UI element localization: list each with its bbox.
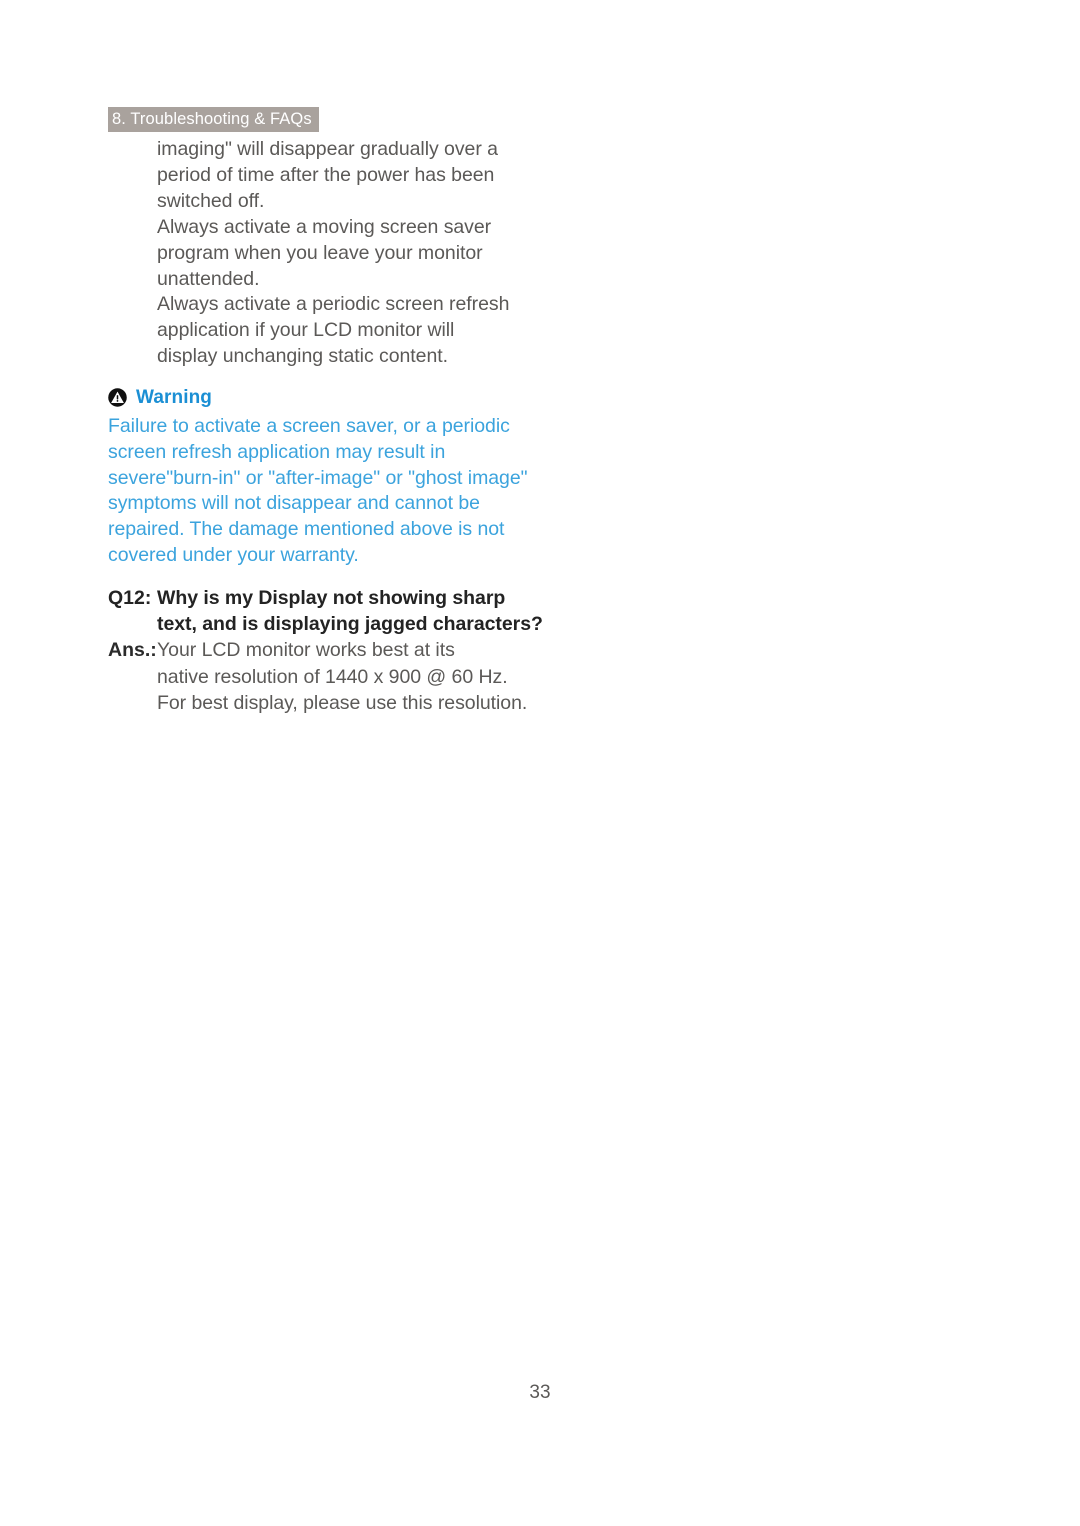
faq-answer-line: native resolution of 1440 x 900 @ 60 Hz.	[157, 665, 508, 688]
faq-question-text: Why is my Display not showing sharp text…	[157, 585, 543, 637]
warning-line: severe"burn-in" or "after-image" or "gho…	[108, 466, 528, 489]
body-paragraph-block: imaging" will disappear gradually over a…	[157, 137, 527, 370]
section-header-badge: 8. Troubleshooting & FAQs	[108, 107, 319, 132]
faq-answer-line: Your LCD monitor works best at its	[157, 639, 455, 662]
warning-line: screen refresh application may result in	[108, 440, 446, 463]
faq-answer-text: Your LCD monitor works best at its nativ…	[157, 637, 538, 716]
warning-line: repaired. The damage mentioned above is …	[108, 518, 505, 541]
body-line: display unchanging static content.	[157, 345, 448, 368]
warning-body: Failure to activate a screen saver, or a…	[108, 414, 538, 569]
warning-line: Failure to activate a screen saver, or a…	[108, 415, 510, 437]
faq-answer-line: For best display, please use this resolu…	[157, 691, 528, 714]
faq-question-label: Q12:	[108, 587, 152, 609]
document-page: 8. Troubleshooting & FAQs imaging" will …	[0, 0, 1080, 1526]
body-line: Always activate a moving screen saver	[157, 215, 492, 238]
faq-answer-row: Ans.: Your LCD monitor works best at its…	[108, 637, 538, 716]
warning-title: Warning	[136, 386, 212, 408]
warning-line: symptoms will not disappear and cannot b…	[108, 492, 480, 515]
body-line: program when you leave your monitor	[157, 241, 483, 264]
faq-entry: Q12: Why is my Display not showing sharp…	[108, 585, 543, 716]
body-line: imaging" will disappear gradually over a	[157, 138, 498, 160]
body-line: Always activate a periodic screen refres…	[157, 293, 510, 316]
body-line: application if your LCD monitor will	[157, 319, 455, 342]
faq-question-row: Q12: Why is my Display not showing sharp…	[108, 585, 543, 637]
body-line: unattended.	[157, 267, 260, 290]
body-line: switched off.	[157, 189, 265, 212]
warning-callout: Warning Failure to activate a screen sav…	[108, 384, 538, 569]
warning-triangle-icon	[108, 387, 127, 407]
faq-answer-label: Ans.:	[108, 639, 157, 662]
body-line: period of time after the power has been	[157, 163, 495, 186]
page-number: 33	[529, 1382, 551, 1403]
warning-header: Warning	[108, 384, 538, 410]
faq-question-line: Why is my Display not showing sharp	[157, 587, 506, 609]
warning-line: covered under your warranty.	[108, 543, 359, 566]
faq-question-line: text, and is displaying jagged character…	[157, 613, 543, 636]
